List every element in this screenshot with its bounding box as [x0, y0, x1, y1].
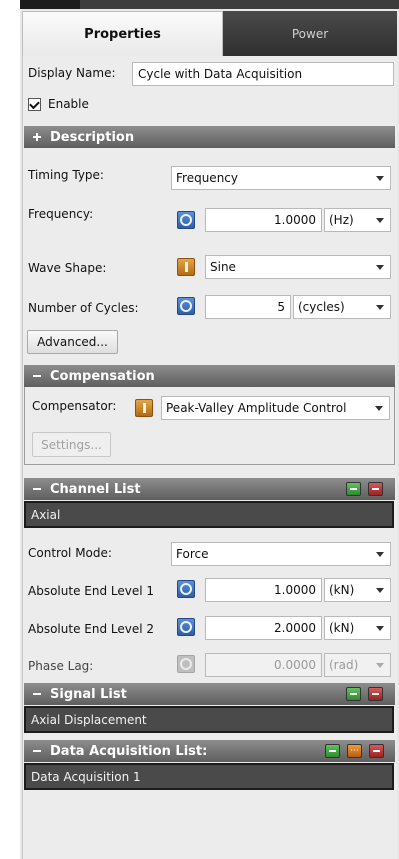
phase-lag-unit-select[interactable]: (rad) — [324, 653, 391, 677]
phase-lag-input[interactable]: 0.0000 — [205, 653, 322, 677]
frequency-unit-value: (Hz) — [329, 213, 354, 227]
compensator-select[interactable]: Peak-Valley Amplitude Control — [161, 396, 390, 420]
enable-label: Enable — [48, 97, 89, 111]
description-section-header[interactable]: Description — [24, 126, 395, 148]
chevron-down-icon — [376, 175, 384, 181]
cycles-unit-value: (cycles) — [298, 300, 345, 314]
settings-button[interactable]: Settings... — [32, 432, 111, 457]
variable-icon[interactable] — [177, 618, 195, 636]
abs-end-level-2-input[interactable]: 2.0000 — [205, 616, 322, 640]
check-mark-icon — [29, 98, 40, 109]
variable-icon[interactable] — [177, 211, 195, 229]
collapse-icon — [32, 371, 42, 381]
chevron-down-icon — [376, 625, 384, 631]
signal-list-item[interactable]: Axial Displacement — [24, 706, 394, 733]
chevron-down-icon — [376, 662, 384, 668]
frequency-input[interactable]: 1.0000 — [205, 208, 322, 232]
data-acquisition-list-item[interactable]: Data Acquisition 1 — [24, 763, 394, 790]
variable-icon — [177, 655, 195, 673]
abs-end-level-2-label: Absolute End Level 2 — [28, 622, 155, 636]
fixed-value-icon[interactable] — [177, 258, 195, 276]
signal-list-title: Signal List — [50, 686, 127, 702]
control-mode-value: Force — [176, 547, 209, 561]
remove-icon[interactable] — [368, 482, 383, 496]
enable-checkbox[interactable] — [28, 98, 41, 111]
variable-icon[interactable] — [177, 297, 195, 315]
collapse-icon — [32, 689, 42, 699]
add-icon[interactable] — [346, 482, 361, 496]
compensator-value: Peak-Valley Amplitude Control — [166, 401, 347, 415]
compensator-label: Compensator: — [32, 399, 117, 413]
abs-end-level-1-unit-select[interactable]: (kN) — [324, 578, 391, 602]
wave-shape-value: Sine — [210, 260, 236, 274]
wave-shape-label: Wave Shape: — [28, 261, 107, 275]
abs-end-level-1-label: Absolute End Level 1 — [28, 584, 155, 598]
abs-end-level-2-unit: (kN) — [329, 621, 355, 635]
fixed-value-icon[interactable] — [135, 399, 153, 417]
abs-end-level-2-unit-select[interactable]: (kN) — [324, 616, 391, 640]
remove-icon[interactable] — [369, 744, 384, 758]
collapse-icon — [32, 484, 42, 494]
phase-lag-unit: (rad) — [329, 658, 359, 672]
channel-list-item[interactable]: Axial — [24, 501, 394, 528]
display-name-label: Display Name: — [28, 66, 116, 80]
chevron-down-icon — [375, 405, 383, 411]
add-icon[interactable] — [346, 687, 361, 701]
variable-icon[interactable] — [177, 580, 195, 598]
display-name-field[interactable]: Cycle with Data Acquisition — [132, 62, 394, 86]
cycles-unit-select[interactable]: (cycles) — [293, 295, 391, 319]
channel-list-title: Channel List — [50, 481, 141, 497]
timing-type-value: Frequency — [176, 171, 238, 185]
chevron-down-icon — [376, 587, 384, 593]
data-acquisition-title: Data Acquisition List: — [50, 743, 208, 759]
abs-end-level-1-unit: (kN) — [329, 583, 355, 597]
chevron-down-icon — [376, 217, 384, 223]
advanced-button[interactable]: Advanced... — [27, 330, 118, 354]
number-of-cycles-input[interactable]: 5 — [205, 295, 291, 319]
description-title: Description — [50, 129, 135, 145]
compensation-section-header[interactable]: Compensation — [24, 365, 395, 387]
timing-type-select[interactable]: Frequency — [171, 166, 391, 190]
phase-lag-label: Phase Lag: — [28, 659, 94, 673]
top-strip-tab — [20, 0, 80, 9]
timing-type-label: Timing Type: — [28, 168, 104, 182]
control-mode-select[interactable]: Force — [171, 542, 391, 566]
signal-list-section-header[interactable]: Signal List — [24, 683, 395, 705]
more-options-icon[interactable] — [347, 744, 362, 758]
wave-shape-select[interactable]: Sine — [205, 255, 391, 279]
control-mode-label: Control Mode: — [28, 546, 112, 560]
chevron-down-icon — [376, 304, 384, 310]
expand-icon — [32, 132, 42, 142]
compensation-title: Compensation — [50, 368, 155, 384]
number-of-cycles-label: Number of Cycles: — [28, 301, 139, 315]
frequency-label: Frequency: — [28, 207, 94, 221]
chevron-down-icon — [376, 264, 384, 270]
tab-power[interactable]: Power — [223, 11, 397, 56]
remove-icon[interactable] — [368, 687, 383, 701]
channel-list-section-header[interactable]: Channel List — [24, 478, 395, 500]
chevron-down-icon — [376, 551, 384, 557]
add-icon[interactable] — [325, 744, 340, 758]
tab-properties[interactable]: Properties — [22, 11, 223, 56]
collapse-icon — [32, 746, 42, 756]
abs-end-level-1-input[interactable]: 1.0000 — [205, 578, 322, 602]
frequency-unit-select[interactable]: (Hz) — [324, 208, 391, 232]
